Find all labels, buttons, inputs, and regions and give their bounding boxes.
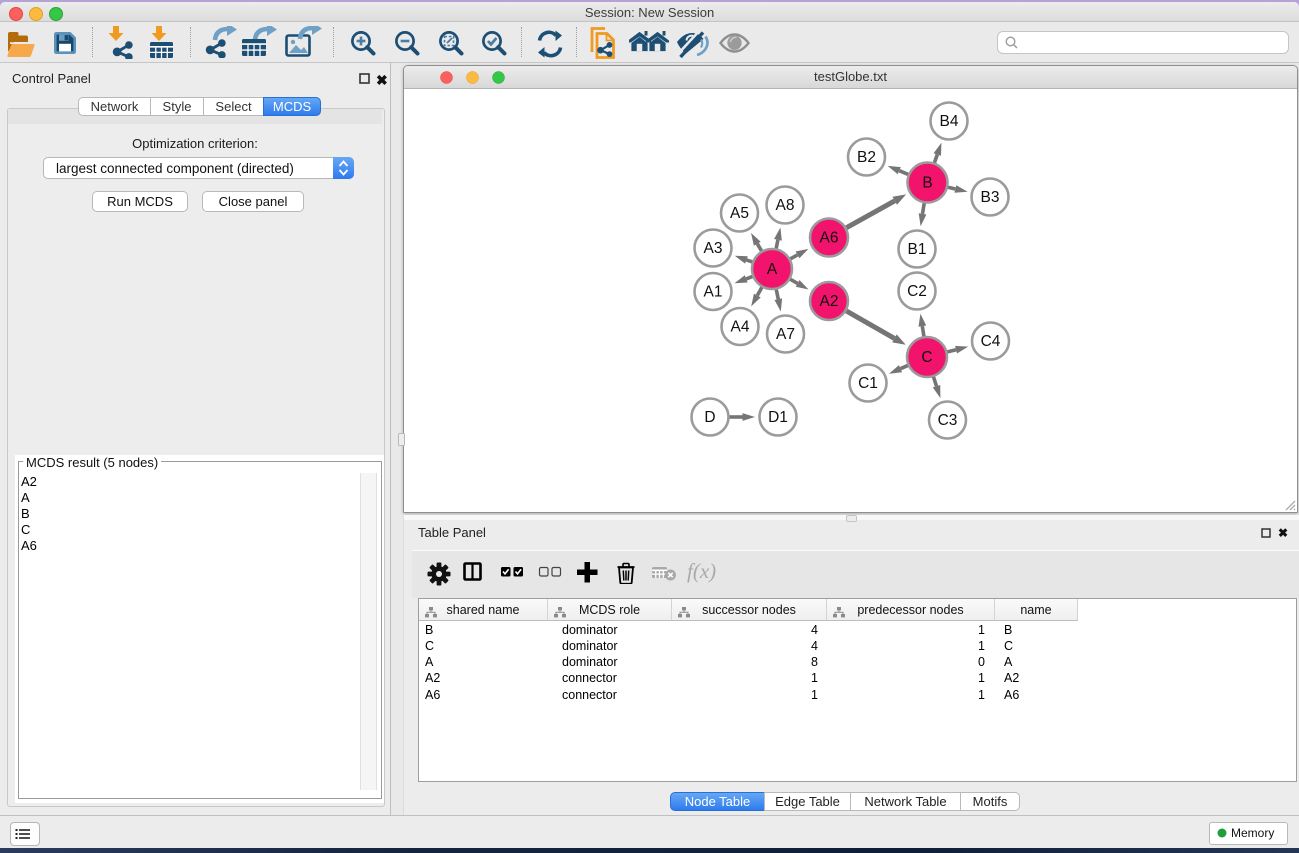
svg-text:B2: B2 xyxy=(857,149,876,166)
svg-text:A1: A1 xyxy=(704,284,723,301)
svg-text:A4: A4 xyxy=(731,319,750,336)
svg-text:A: A xyxy=(767,261,778,278)
svg-text:C3: C3 xyxy=(938,412,958,429)
svg-text:B: B xyxy=(922,175,932,192)
svg-text:A2: A2 xyxy=(820,293,839,310)
svg-text:C: C xyxy=(921,349,932,366)
svg-text:A6: A6 xyxy=(820,230,839,247)
svg-text:B1: B1 xyxy=(908,241,927,258)
svg-text:B4: B4 xyxy=(940,113,959,130)
svg-text:A7: A7 xyxy=(776,326,795,343)
svg-text:A8: A8 xyxy=(776,197,795,214)
svg-text:C2: C2 xyxy=(907,283,927,300)
svg-text:B3: B3 xyxy=(981,189,1000,206)
svg-text:C1: C1 xyxy=(858,375,878,392)
svg-text:D1: D1 xyxy=(768,409,788,426)
svg-text:A3: A3 xyxy=(704,240,723,257)
svg-text:A5: A5 xyxy=(730,205,749,222)
svg-text:C4: C4 xyxy=(981,333,1001,350)
svg-text:D: D xyxy=(704,409,715,426)
